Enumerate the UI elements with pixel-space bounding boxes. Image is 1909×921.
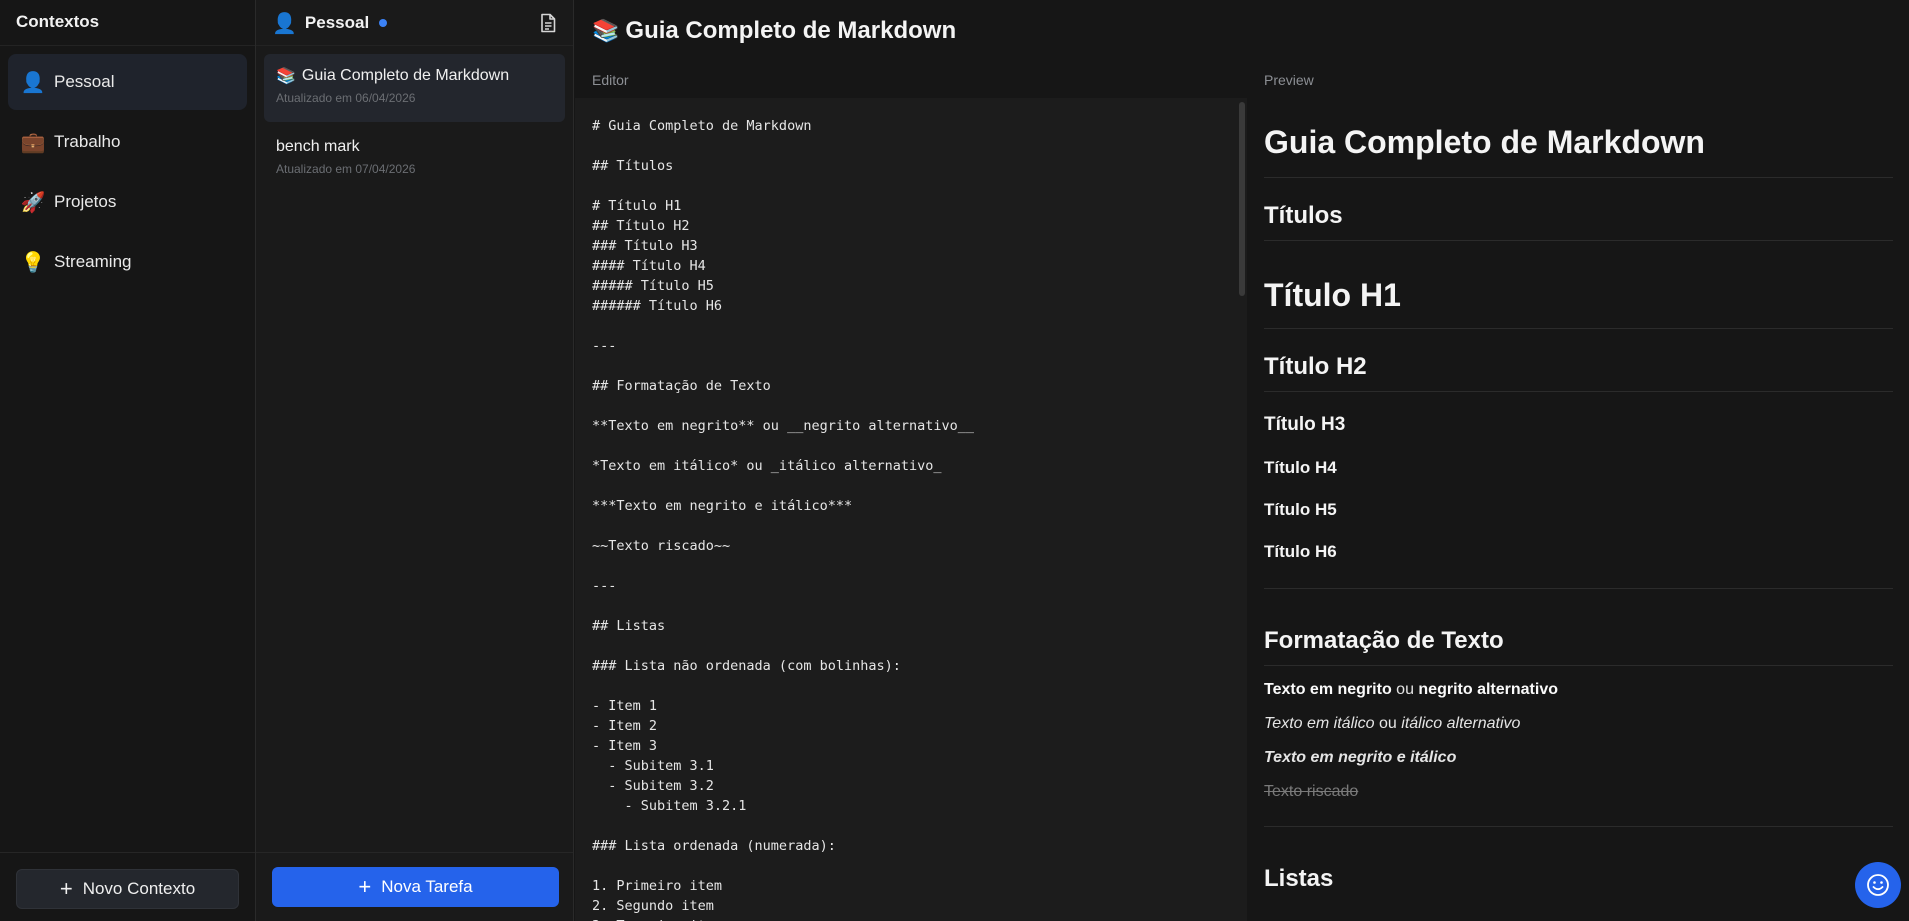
briefcase-icon: 💼	[20, 130, 46, 154]
connector-text: ou	[1391, 681, 1419, 698]
contexts-header: Contextos	[0, 0, 255, 46]
context-item-trabalho[interactable]: 💼 Trabalho	[8, 114, 247, 170]
bold-italic-text: Texto em negrito e itálico	[1264, 749, 1457, 766]
page-title: 📚 Guia Completo de Markdown	[575, 0, 1909, 62]
books-icon: 📚	[592, 18, 620, 44]
page-title-text: Guia Completo de Markdown	[625, 17, 957, 44]
task-title: bench mark	[276, 138, 553, 156]
app-window: Contextos 👤 Pessoal 💼 Trabalho 🚀 Projeto…	[0, 0, 1909, 921]
context-label: Projetos	[54, 192, 117, 211]
preview-titulo-h6: Título H6	[1264, 520, 1893, 589]
tasks-header: 👤 Pessoal	[256, 0, 573, 46]
person-icon: 👤	[20, 70, 46, 94]
preview-h1: Guia Completo de Markdown	[1264, 118, 1893, 178]
task-item[interactable]: bench mark Atualizado em 07/04/2026	[264, 126, 565, 194]
rocket-icon: 🚀	[20, 190, 46, 214]
preview-titulo-h2: Título H2	[1264, 329, 1893, 392]
task-title-text: bench mark	[276, 138, 360, 155]
preview-strike-line: Texto riscado	[1264, 782, 1893, 827]
preview-bold-italic-line: Texto em negrito e itálico	[1264, 748, 1893, 768]
books-icon: 📚	[276, 66, 296, 85]
preview-italic-line: Texto em itálico ou itálico alternativo	[1264, 714, 1893, 734]
bold-text: Texto em negrito	[1264, 681, 1392, 698]
context-item-pessoal[interactable]: 👤 Pessoal	[8, 54, 247, 110]
contexts-list: 👤 Pessoal 💼 Trabalho 🚀 Projetos 💡 Stream…	[0, 46, 255, 302]
tasks-panel: 👤 Pessoal 📚 Guia Completo de Markdown At…	[256, 0, 574, 921]
plus-icon: +	[59, 876, 73, 901]
task-title-text: Guia Completo de Markdown	[301, 66, 510, 84]
editor-textarea[interactable]: # Guia Completo de Markdown ## Títulos #…	[575, 98, 1247, 921]
preview-titulo-h5: Título H5	[1264, 500, 1337, 519]
preview-label: Preview	[1264, 72, 1314, 88]
new-context-label: Novo Contexto	[82, 879, 196, 898]
preview-h2-listas: Listas	[1264, 865, 1334, 892]
preview-titulo-h4: Título H4	[1264, 458, 1337, 477]
plus-icon: +	[358, 874, 372, 899]
task-list: 📚 Guia Completo de Markdown Atualizado e…	[256, 46, 573, 206]
task-updated-date: Atualizado em 06/04/2026	[276, 91, 416, 105]
context-label: Pessoal	[54, 72, 115, 91]
document-icon[interactable]	[539, 13, 557, 33]
tasks-footer: + Nova Tarefa	[256, 852, 573, 921]
lightbulb-icon: 💡	[20, 250, 46, 274]
task-item[interactable]: 📚 Guia Completo de Markdown Atualizado e…	[264, 54, 565, 122]
preview-titulo-h3: Título H3	[1264, 414, 1346, 435]
markdown-editor[interactable]: # Guia Completo de Markdown ## Títulos #…	[575, 98, 1247, 921]
new-task-label: Nova Tarefa	[381, 877, 473, 896]
preview-titulo-h1: Título H1	[1264, 241, 1893, 329]
new-context-button[interactable]: + Novo Contexto	[16, 869, 239, 909]
contexts-sidebar: Contextos 👤 Pessoal 💼 Trabalho 🚀 Projeto…	[0, 0, 256, 921]
scrollbar-thumb[interactable]	[1239, 102, 1245, 296]
tasks-context-title: Pessoal	[304, 12, 370, 32]
active-indicator-dot	[379, 18, 388, 27]
bold-alt-text: negrito alternativo	[1418, 681, 1558, 698]
preview-h2-formatacao: Formatação de Texto	[1264, 589, 1893, 666]
task-updated-date: Atualizado em 07/04/2026	[276, 162, 416, 176]
strike-text: Texto riscado	[1264, 783, 1359, 800]
main-panel: 📚 Guia Completo de Markdown Editor Previ…	[575, 0, 1909, 921]
contexts-footer: + Novo Contexto	[0, 852, 255, 921]
preview-bold-line: Texto em negrito ou negrito alternativo	[1264, 680, 1893, 700]
new-task-button[interactable]: + Nova Tarefa	[272, 867, 559, 907]
context-item-streaming[interactable]: 💡 Streaming	[8, 234, 247, 290]
editor-label: Editor	[592, 72, 629, 88]
smiley-icon	[1867, 874, 1889, 896]
task-title: 📚 Guia Completo de Markdown	[276, 66, 553, 85]
connector-text: ou	[1374, 715, 1402, 732]
context-label: Streaming	[54, 252, 132, 271]
context-item-projetos[interactable]: 🚀 Projetos	[8, 174, 247, 230]
context-label: Trabalho	[54, 132, 121, 151]
editor-scrollbar[interactable]	[1239, 98, 1245, 921]
italic-text: Texto em itálico	[1264, 715, 1375, 732]
person-icon: 👤	[272, 10, 297, 35]
feedback-button[interactable]	[1855, 862, 1901, 908]
preview-h2-titulos: Títulos	[1264, 178, 1893, 241]
markdown-preview: Guia Completo de Markdown Títulos Título…	[1248, 98, 1909, 921]
italic-alt-text: itálico alternativo	[1401, 715, 1521, 732]
